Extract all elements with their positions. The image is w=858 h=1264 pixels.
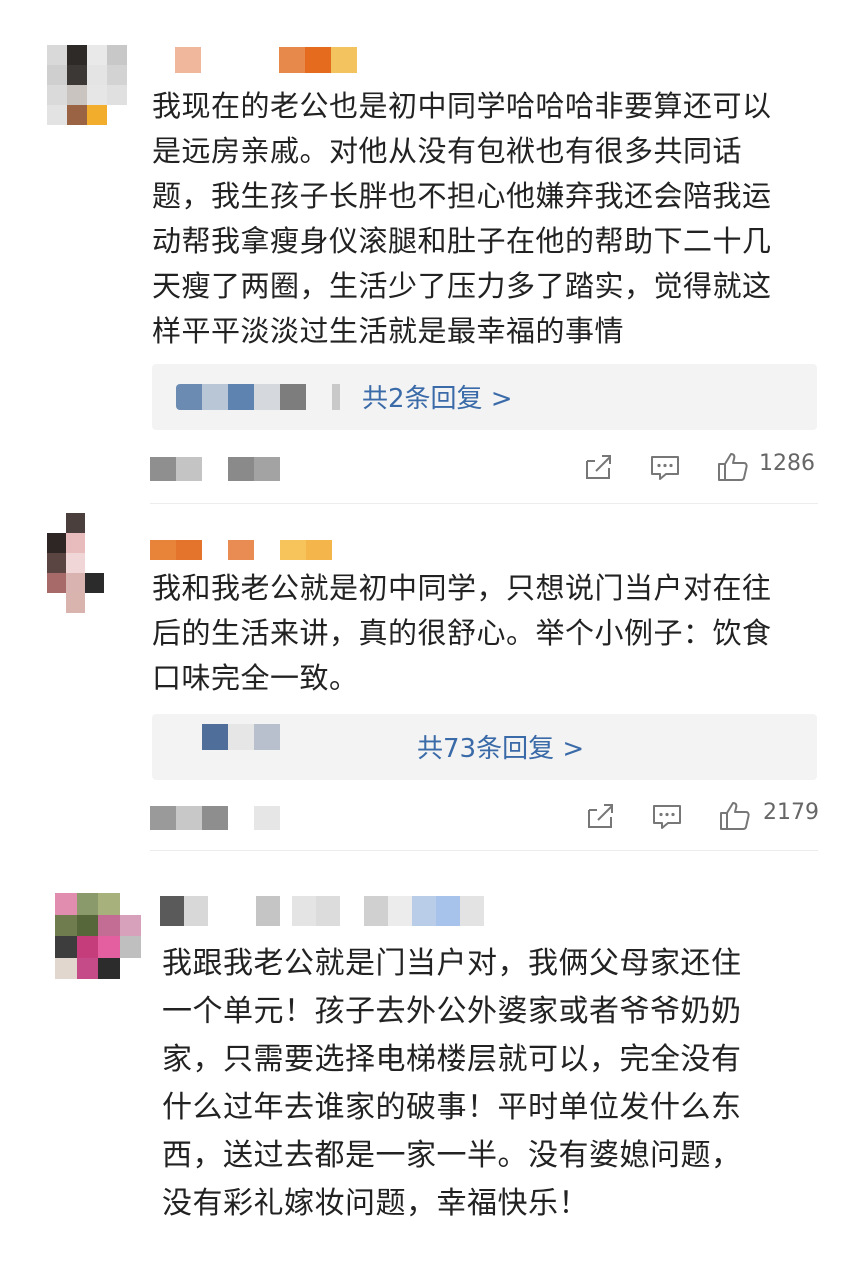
like-count: 2179 (763, 800, 819, 825)
view-replies-link[interactable]: 共73条回复 > (417, 728, 584, 765)
username-blurred[interactable] (160, 896, 484, 926)
reply-preview-box[interactable]: 共2条回复 > (152, 364, 817, 430)
share-icon[interactable] (582, 798, 618, 834)
avatar[interactable] (55, 893, 141, 979)
comment-body: 我和我老公就是初中同学，只想说门当户对在往 后的生活来讲，真的很舒心。举个小例子… (152, 571, 772, 695)
avatar[interactable] (47, 45, 127, 125)
timestamp-blurred (150, 457, 280, 481)
view-replies-link[interactable]: 共2条回复 > (362, 378, 513, 415)
reply-preview-box[interactable]: 共73条回复 > (152, 714, 817, 780)
comment-body: 我现在的老公也是初中同学哈哈哈非要算还可以 是远房亲戚。对他从没有包袱也有很多共… (152, 89, 772, 348)
reply-names-blurred (176, 724, 306, 750)
username-blurred[interactable] (175, 47, 357, 73)
action-bar: 1286 (150, 449, 820, 489)
comment-icon[interactable] (647, 449, 683, 485)
username-blurred[interactable] (150, 540, 332, 560)
timestamp-blurred (150, 806, 280, 830)
divider (150, 503, 818, 504)
avatar[interactable] (47, 513, 123, 613)
like-icon[interactable] (715, 449, 751, 485)
like-icon[interactable] (717, 798, 753, 834)
share-icon[interactable] (580, 449, 616, 485)
action-bar: 2179 (150, 798, 820, 838)
divider (150, 850, 818, 851)
like-count: 1286 (759, 451, 815, 476)
reply-names-blurred (176, 384, 340, 410)
comment-icon[interactable] (649, 798, 685, 834)
comment-body: 我跟我老公就是门当户对，我俩父母家还住 一个单元！孩子去外公外婆家或者爷爷奶奶 … (162, 946, 742, 1221)
